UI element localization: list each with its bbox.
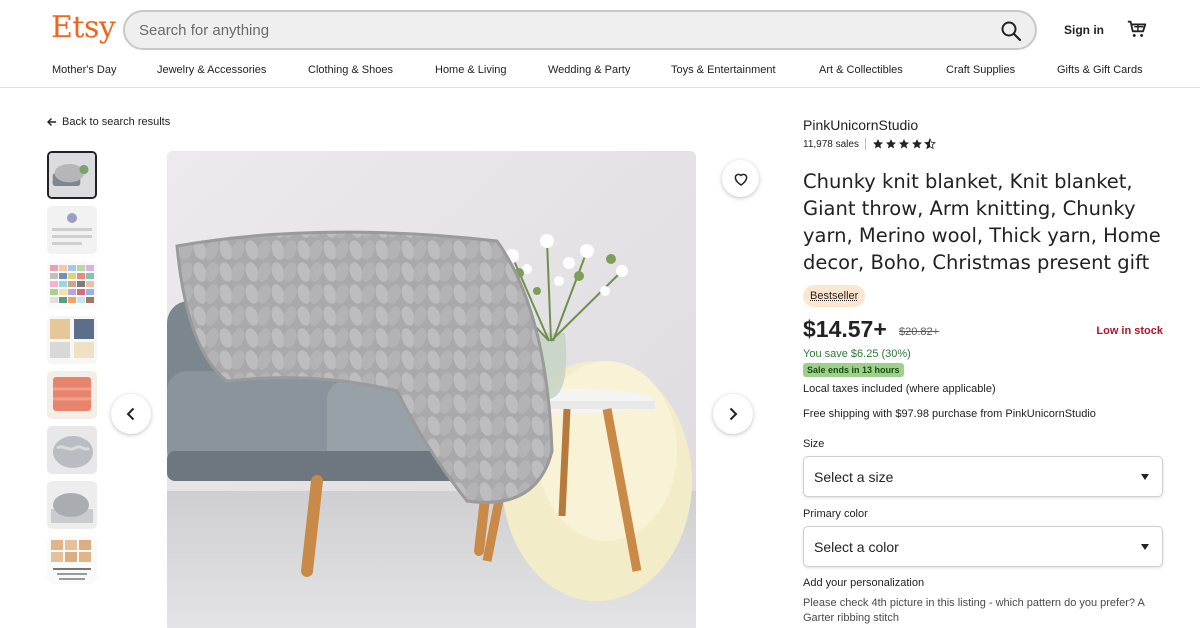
original-price: $20.82+ bbox=[899, 326, 940, 338]
main-product-image[interactable] bbox=[167, 151, 696, 628]
star-icon bbox=[885, 139, 896, 149]
nav-item-art[interactable]: Art & Collectibles bbox=[819, 64, 903, 76]
arrow-left-icon bbox=[47, 118, 56, 126]
price-row: $14.57+ $20.82+ Low in stock bbox=[803, 316, 1163, 346]
thumbnail-8[interactable] bbox=[47, 536, 97, 584]
thumbnail-5[interactable] bbox=[47, 371, 97, 419]
thumbnail-7[interactable] bbox=[47, 481, 97, 529]
back-link-label: Back to search results bbox=[62, 116, 171, 128]
color-select[interactable]: Select a color bbox=[803, 526, 1163, 567]
thumbnail-6[interactable] bbox=[47, 426, 97, 474]
personalization-label: Add your personalization bbox=[803, 577, 925, 589]
thumbnail-image bbox=[47, 481, 97, 529]
thumbnail-image bbox=[47, 371, 97, 419]
site-header: Etsy Sign in Mother's Day Jewelry & Acce… bbox=[0, 0, 1200, 88]
thumbnail-4[interactable] bbox=[47, 316, 97, 364]
taxes-note: Local taxes included (where applicable) bbox=[803, 383, 996, 395]
sale-price: $14.57+ bbox=[803, 316, 887, 342]
back-to-results-link[interactable]: Back to search results bbox=[47, 116, 170, 128]
shop-name-link[interactable]: PinkUnicornStudio bbox=[803, 117, 918, 133]
star-rating[interactable] bbox=[872, 138, 936, 150]
thumbnail-2[interactable] bbox=[47, 206, 97, 254]
chevron-right-icon bbox=[729, 407, 738, 421]
caret-down-icon bbox=[1141, 544, 1149, 550]
category-nav: Mother's Day Jewelry & Accessories Cloth… bbox=[0, 62, 1200, 82]
thumbnail-image bbox=[47, 536, 97, 584]
search-bar bbox=[123, 10, 1037, 50]
color-select-value: Select a color bbox=[814, 539, 899, 555]
search-icon[interactable] bbox=[999, 19, 1023, 43]
search-input[interactable] bbox=[125, 12, 1035, 48]
listing-title: Chunky knit blanket, Knit blanket, Giant… bbox=[803, 170, 1161, 274]
shop-sales-rating: 11,978 sales bbox=[803, 138, 936, 150]
size-select[interactable]: Select a size bbox=[803, 456, 1163, 497]
nav-item-mothers-day[interactable]: Mother's Day bbox=[52, 64, 116, 76]
nav-item-toys[interactable]: Toys & Entertainment bbox=[671, 64, 776, 76]
size-label: Size bbox=[803, 438, 825, 450]
size-select-value: Select a size bbox=[814, 469, 894, 485]
stock-status: Low in stock bbox=[1096, 325, 1163, 337]
previous-image-button[interactable] bbox=[111, 394, 151, 434]
nav-item-gifts[interactable]: Gifts & Gift Cards bbox=[1057, 64, 1143, 76]
savings-text: You save $6.25 (30%) bbox=[803, 348, 911, 360]
sign-in-link[interactable]: Sign in bbox=[1064, 23, 1104, 37]
star-icon bbox=[898, 139, 909, 149]
nav-item-craft-supplies[interactable]: Craft Supplies bbox=[946, 64, 1015, 76]
divider bbox=[864, 138, 866, 150]
product-photo bbox=[167, 151, 696, 628]
color-label: Primary color bbox=[803, 508, 868, 520]
nav-item-wedding[interactable]: Wedding & Party bbox=[548, 64, 630, 76]
heart-icon bbox=[734, 173, 747, 186]
next-image-button[interactable] bbox=[713, 394, 753, 434]
sales-count: 11,978 sales bbox=[803, 138, 859, 150]
half-star-icon bbox=[923, 138, 936, 150]
etsy-logo[interactable]: Etsy bbox=[51, 10, 116, 45]
nav-item-clothing[interactable]: Clothing & Shoes bbox=[308, 64, 393, 76]
thumbnail-image bbox=[47, 206, 97, 254]
star-icon bbox=[872, 139, 883, 149]
thumbnail-image bbox=[47, 316, 97, 364]
thumbnail-3[interactable] bbox=[47, 261, 97, 309]
nav-item-jewelry[interactable]: Jewelry & Accessories bbox=[157, 64, 266, 76]
thumbnail-image bbox=[49, 153, 95, 197]
thumbnail-1[interactable] bbox=[47, 151, 97, 199]
cart-icon[interactable] bbox=[1126, 18, 1148, 40]
personalization-description: Please check 4th picture in this listing… bbox=[803, 597, 1145, 624]
shipping-note: Free shipping with $97.98 purchase from … bbox=[803, 408, 1096, 420]
thumbnail-image bbox=[47, 426, 97, 474]
sale-ends-badge: Sale ends in 13 hours bbox=[803, 363, 904, 377]
favorite-button[interactable] bbox=[722, 160, 759, 197]
thumbnail-image bbox=[47, 261, 97, 309]
bestseller-badge[interactable]: Bestseller bbox=[803, 285, 866, 307]
star-icon bbox=[911, 139, 922, 149]
chevron-left-icon bbox=[126, 407, 135, 421]
caret-down-icon bbox=[1141, 474, 1149, 480]
nav-item-home-living[interactable]: Home & Living bbox=[435, 64, 507, 76]
